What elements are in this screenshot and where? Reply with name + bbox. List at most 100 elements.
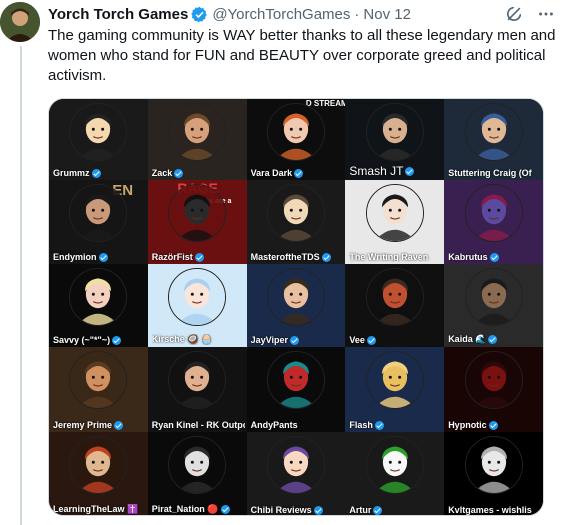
profile-picture <box>464 103 523 161</box>
collage-cell: Jeremy Prime <box>49 347 148 432</box>
profile-picture <box>365 351 424 409</box>
profile-picture <box>464 351 523 409</box>
collage-username: Grummz <box>53 168 146 178</box>
collage-cell: Stuttering Craig (Of <box>444 99 543 180</box>
user-handle[interactable]: @YorchTorchGames <box>212 6 350 23</box>
grok-icon[interactable] <box>504 4 524 24</box>
collage-username: Zack <box>152 168 245 178</box>
collage-cell: Vee <box>345 264 445 347</box>
collage-cell: ames are aRAGERazörFist <box>147 180 247 264</box>
collage-cell: Artur <box>345 432 445 515</box>
tweet-media-collage[interactable]: Grummz Zack D STREAME Vara Dark Smash JT Stut… <box>48 98 544 516</box>
collage-username: Artur <box>349 505 442 515</box>
collage-cell: AndyPants <box>246 347 346 432</box>
profile-picture <box>69 268 128 326</box>
collage-username: Kaida 🌊 <box>448 334 541 345</box>
display-name[interactable]: Yorch Torch Games <box>48 6 188 23</box>
profile-picture <box>266 351 325 409</box>
collage-username: Flash <box>349 420 442 430</box>
collage-cell: Flash <box>345 347 445 432</box>
verified-badge-icon <box>174 168 184 178</box>
profile-picture <box>464 268 523 326</box>
collage-cell: Savvy (~"*"~) <box>49 264 148 347</box>
collage-cell: Kabrutus <box>444 180 543 264</box>
user-avatar[interactable] <box>0 2 40 42</box>
collage-username-text: Artur <box>349 505 372 515</box>
collage-cell: Ryan Kinel - RK Outpo <box>147 347 247 432</box>
verified-badge-icon <box>294 168 304 178</box>
collage-username: AndyPants <box>251 420 344 430</box>
collage-username-text: Smash JT <box>349 164 404 178</box>
verified-badge-icon <box>488 420 498 430</box>
verified-badge-icon <box>191 6 208 22</box>
verified-badge-icon <box>313 505 323 515</box>
collage-username: RazörFist <box>152 252 245 262</box>
verified-badge-icon <box>289 335 299 345</box>
collage-username-text: Chibi Reviews <box>250 505 312 515</box>
collage-username-text: LearningTheLaw ✝️ <box>53 504 139 514</box>
verified-badge-icon <box>374 420 384 430</box>
collage-cell: Kirsche 🥥 🧁 <box>147 264 247 347</box>
collage-username: Hypnotic <box>448 420 541 430</box>
thread-line <box>20 46 22 525</box>
collage-cell: D STREAME Vara Dark <box>246 99 346 180</box>
collage-username: Smash JT <box>349 164 442 178</box>
verified-badge-icon <box>373 505 383 515</box>
collage-username-text: Endymion <box>53 252 97 262</box>
collage-username: Ryan Kinel - RK Outpo <box>152 420 245 430</box>
profile-picture <box>69 103 128 161</box>
collage-cell: LearningTheLaw ✝️ <box>49 432 148 515</box>
collage-username: Stuttering Craig (Of <box>448 168 541 178</box>
collage-username-text: Kirsche 🥥 🧁 <box>151 334 213 344</box>
profile-picture <box>168 351 227 409</box>
profile-picture <box>266 184 325 242</box>
collage-username-text: Ryan Kinel - RK Outpo <box>151 420 245 430</box>
profile-picture <box>365 436 424 494</box>
collage-username: Kirsche 🥥 🧁 <box>152 334 245 345</box>
collage-username: Kabrutus <box>448 252 541 262</box>
tweet-header: Yorch Torch Games @YorchTorchGames · Nov… <box>48 4 556 24</box>
collage-username: Jeremy Prime <box>53 420 146 430</box>
collage-username-text: Vee <box>349 335 365 345</box>
collage-username-text: Vara Dark <box>250 168 293 178</box>
profile-picture <box>69 351 128 409</box>
verified-badge-icon <box>366 335 376 345</box>
profile-picture <box>464 436 523 494</box>
profile-picture <box>266 268 325 326</box>
profile-picture <box>168 436 227 494</box>
verified-badge-icon <box>114 420 124 430</box>
collage-username-text: Pirat_Nation 🔴 <box>151 504 219 514</box>
collage-username: Pirat_Nation 🔴 <box>152 504 245 515</box>
verified-badge-icon <box>405 166 415 176</box>
collage-cell: JayViper <box>246 264 346 347</box>
collage-cell: EN Endymion <box>49 180 148 264</box>
collage-username: The Writing Raven <box>349 252 442 262</box>
profile-picture <box>365 103 424 161</box>
collage-cell: Grummz <box>49 99 148 180</box>
profile-picture <box>266 436 325 494</box>
more-icon[interactable] <box>536 4 556 24</box>
collage-username-text: Flash <box>349 420 373 430</box>
profile-picture <box>168 268 227 326</box>
verified-badge-icon <box>112 335 122 345</box>
profile-picture <box>168 184 227 242</box>
collage-cell: MasteroftheTDS <box>246 180 346 264</box>
collage-cell: Chibi Reviews <box>246 432 346 515</box>
collage-cell: Zack <box>147 99 247 180</box>
collage-cell: Pirat_Nation 🔴 <box>147 432 247 515</box>
collage-username: Vee <box>349 335 442 345</box>
verified-badge-icon <box>194 252 204 262</box>
collage-username: MasteroftheTDS <box>251 252 344 262</box>
tweet-text: The gaming community is WAY better thank… <box>48 27 556 84</box>
collage-cell: Hypnotic <box>444 347 543 432</box>
collage-username-text: Kabrutus <box>448 252 488 262</box>
collage-username: Savvy (~"*"~) <box>53 335 146 345</box>
collage-username-text: Stuttering Craig (Of <box>448 168 532 178</box>
verified-badge-icon <box>321 252 331 262</box>
tweet-time[interactable]: Nov 12 <box>363 6 411 23</box>
collage-username: LearningTheLaw ✝️ <box>53 504 146 515</box>
profile-picture <box>168 103 227 161</box>
profile-picture <box>69 184 128 242</box>
collage-username-text: Kvltgames - wishlis <box>448 505 532 515</box>
collage-cell: Smash JT <box>345 99 445 180</box>
